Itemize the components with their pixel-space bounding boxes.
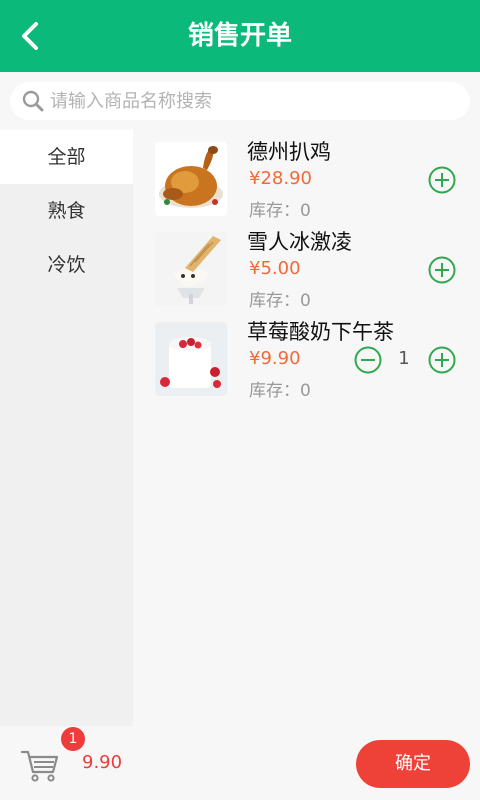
category-sidebar: 全部 熟食 冷饮 [0, 130, 133, 726]
add-icon[interactable] [428, 256, 456, 284]
product-name: 德州扒鸡 [247, 140, 331, 164]
cart-total: 9.90 [82, 752, 123, 773]
chevron-left-icon [22, 22, 38, 50]
product-item: 雪人冰激凌 ¥5.00 库存：0 [133, 224, 480, 314]
product-price: ¥5.00 [249, 258, 301, 279]
category-all[interactable]: 全部 [0, 130, 133, 184]
product-name: 雪人冰激凌 [247, 230, 352, 254]
product-item: 草莓酸奶下午茶 ¥9.90 库存：0 1 [133, 314, 480, 404]
product-price: ¥28.90 [249, 168, 312, 189]
product-image-roast-chicken [155, 142, 227, 216]
search-bar [10, 82, 470, 120]
product-list: 德州扒鸡 ¥28.90 库存：0 雪人冰激凌 ¥5.00 库存：0 草莓酸奶下午… [133, 130, 480, 726]
product-item: 德州扒鸡 ¥28.90 库存：0 [133, 134, 480, 224]
product-image-ice-cream [155, 232, 227, 306]
category-deli[interactable]: 熟食 [0, 184, 133, 238]
add-icon[interactable] [428, 166, 456, 194]
product-stock: 库存：0 [249, 291, 311, 311]
product-price: ¥9.90 [249, 348, 301, 369]
quantity-value: 1 [398, 348, 410, 369]
add-icon[interactable] [428, 346, 456, 374]
search-input[interactable] [50, 82, 460, 120]
back-button[interactable] [14, 18, 50, 54]
top-bar: 销售开单 [0, 0, 480, 72]
confirm-button[interactable]: 确定 [356, 740, 470, 788]
product-image-strawberry-yogurt [155, 322, 227, 396]
cart-icon[interactable] [20, 746, 60, 784]
cart-count-badge: 1 [61, 727, 85, 751]
page-title: 销售开单 [187, 21, 292, 51]
remove-icon[interactable] [354, 346, 382, 374]
search-icon [22, 90, 44, 112]
product-stock: 库存：0 [249, 381, 311, 401]
category-cold-drinks[interactable]: 冷饮 [0, 238, 133, 292]
product-name: 草莓酸奶下午茶 [247, 320, 394, 344]
product-stock: 库存：0 [249, 201, 311, 221]
